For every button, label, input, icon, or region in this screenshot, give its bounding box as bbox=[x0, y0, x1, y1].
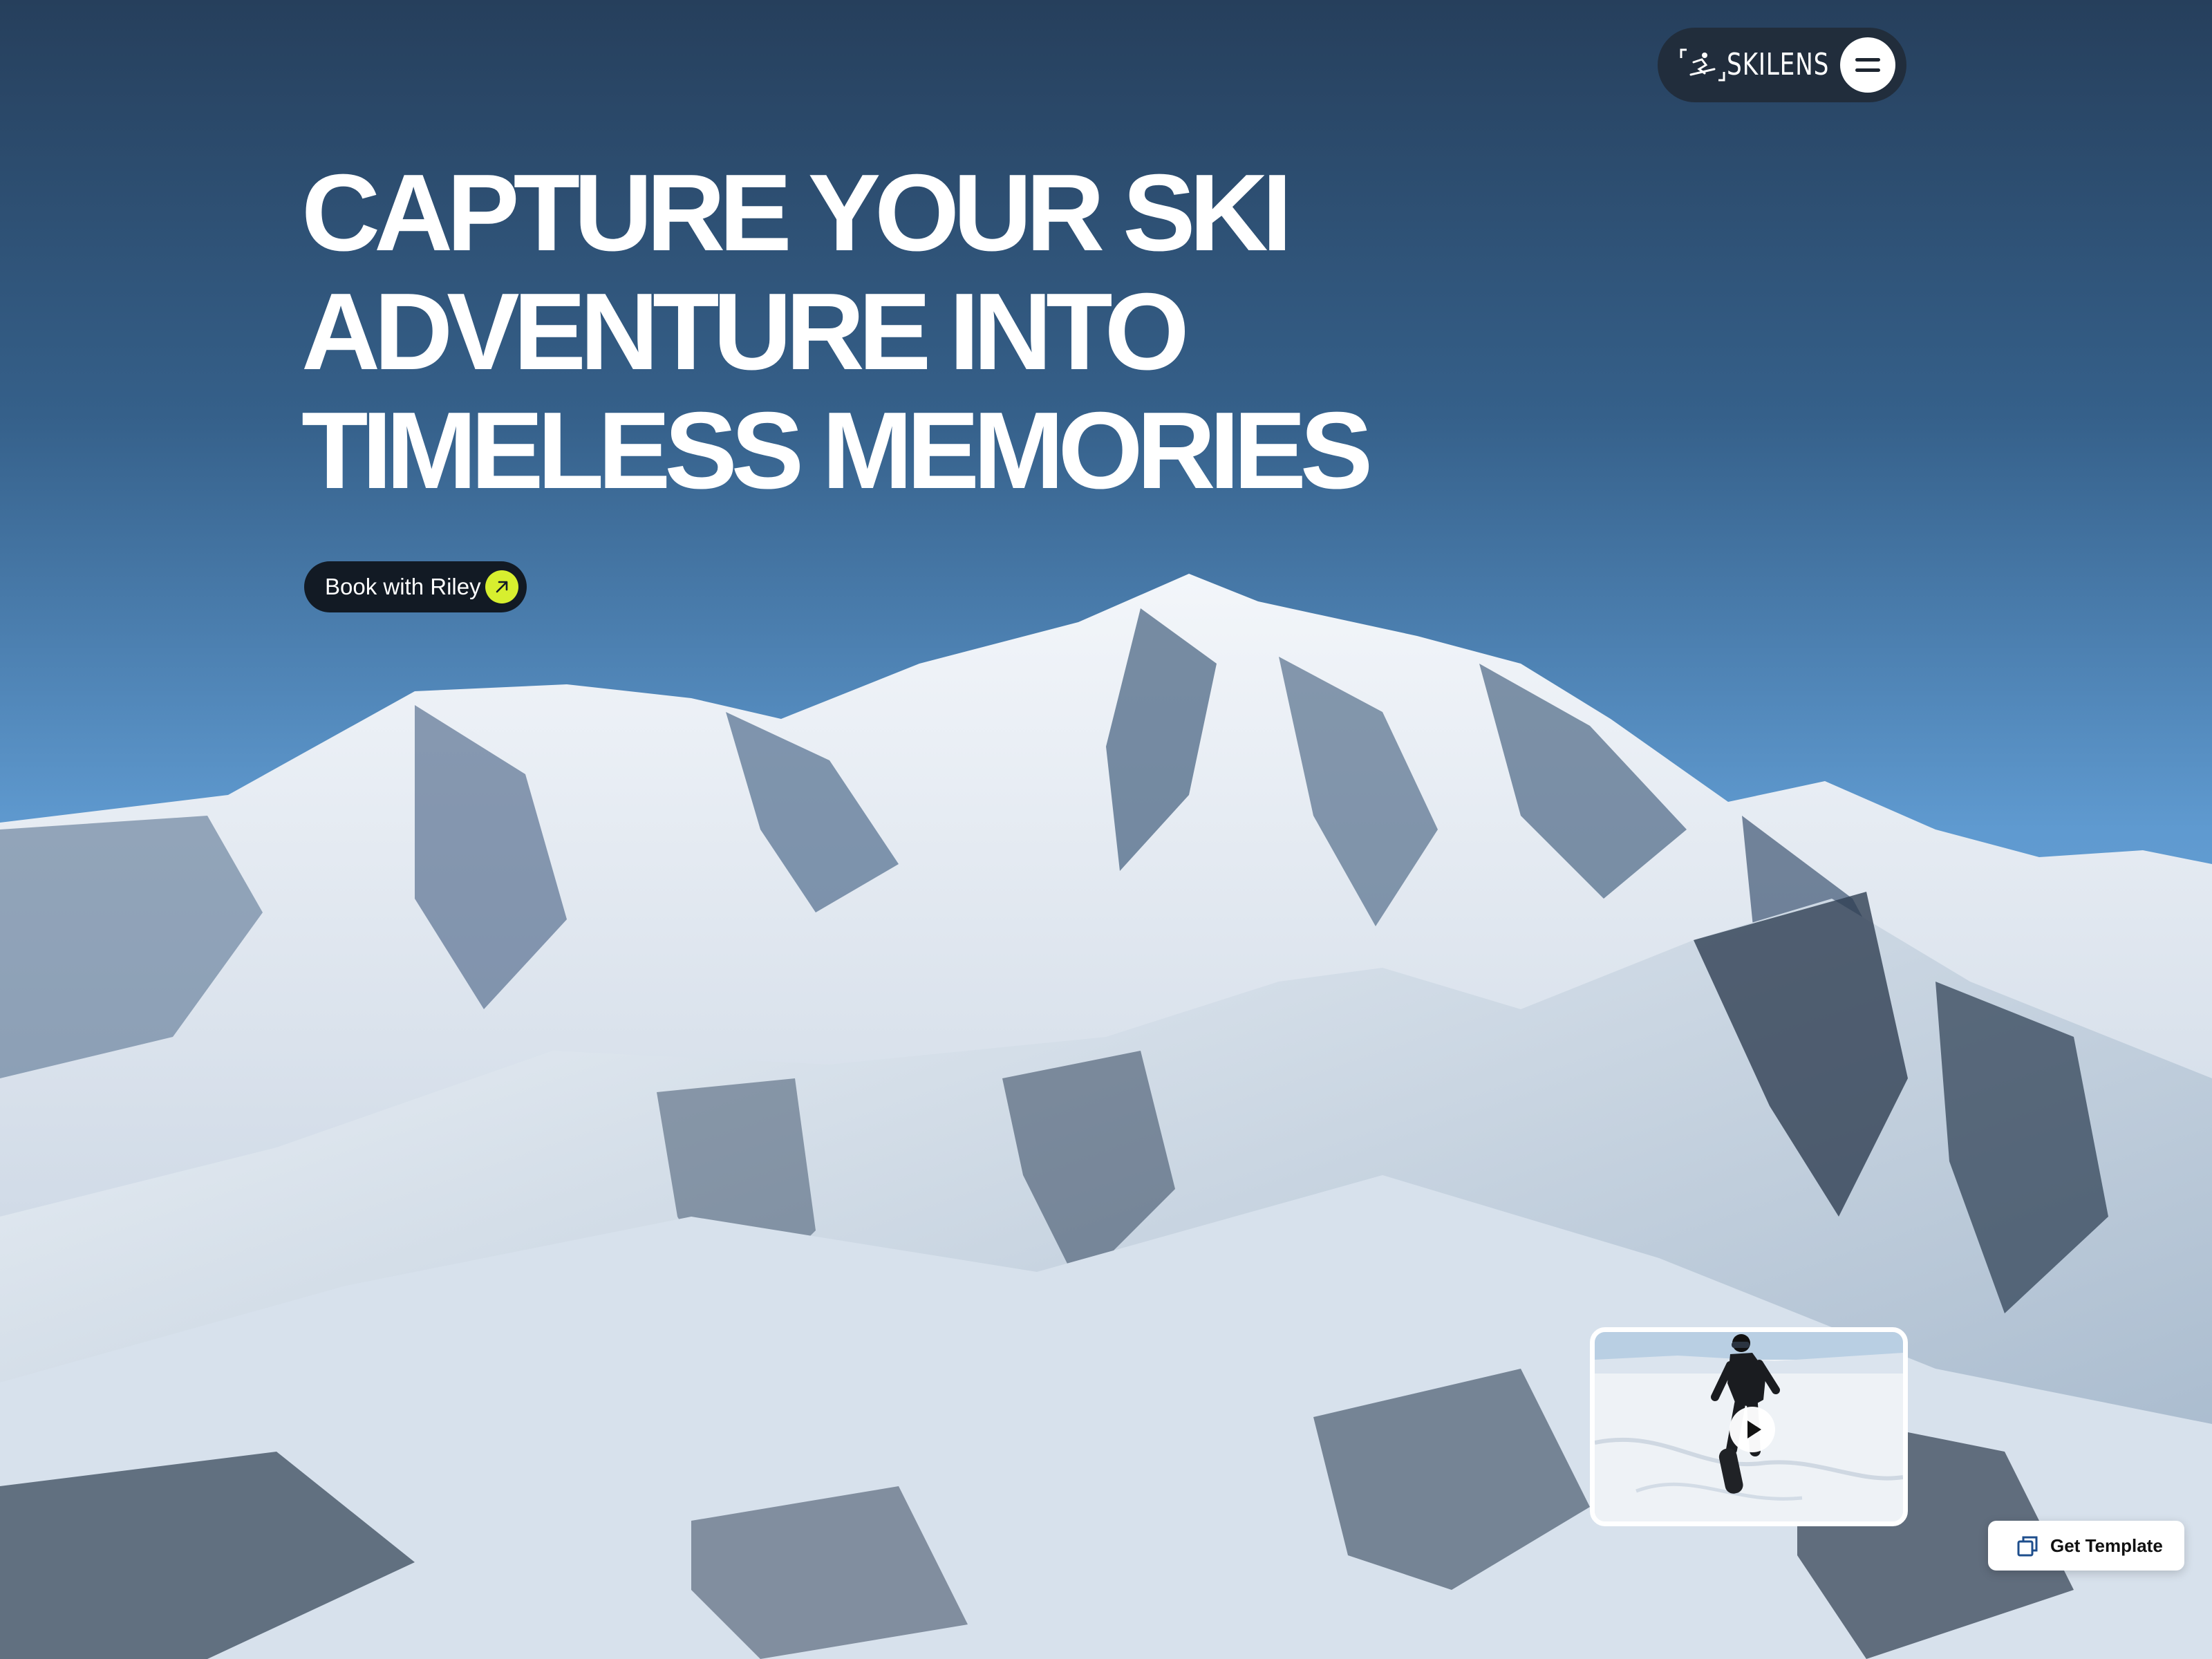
hamburger-icon-bar bbox=[1855, 68, 1880, 72]
play-icon[interactable] bbox=[1730, 1407, 1775, 1452]
copy-icon bbox=[2016, 1535, 2039, 1558]
get-template-button[interactable]: Get Template bbox=[1988, 1521, 2184, 1571]
hamburger-icon bbox=[1855, 58, 1880, 62]
hero-headline: CAPTURE YOUR SKI ADVENTURE INTO TIMELESS… bbox=[301, 153, 1546, 510]
brand-logo-text[interactable]: SKILENS bbox=[1727, 44, 1829, 86]
skier-icon bbox=[1678, 46, 1727, 84]
headline-line-2: ADVENTURE INTO bbox=[301, 271, 1190, 393]
book-button[interactable]: Book with Riley bbox=[304, 561, 527, 612]
top-nav: SKILENS bbox=[1658, 28, 1906, 102]
headline-line-3: TIMELESS MEMORIES bbox=[301, 390, 1373, 512]
arrow-up-right-icon bbox=[485, 570, 518, 603]
video-thumbnail[interactable] bbox=[1590, 1327, 1908, 1526]
get-template-label: Get Template bbox=[2050, 1535, 2163, 1556]
menu-button[interactable] bbox=[1840, 37, 1895, 93]
book-button-label: Book with Riley bbox=[325, 574, 481, 599]
headline-line-1: CAPTURE YOUR SKI bbox=[301, 152, 1293, 274]
